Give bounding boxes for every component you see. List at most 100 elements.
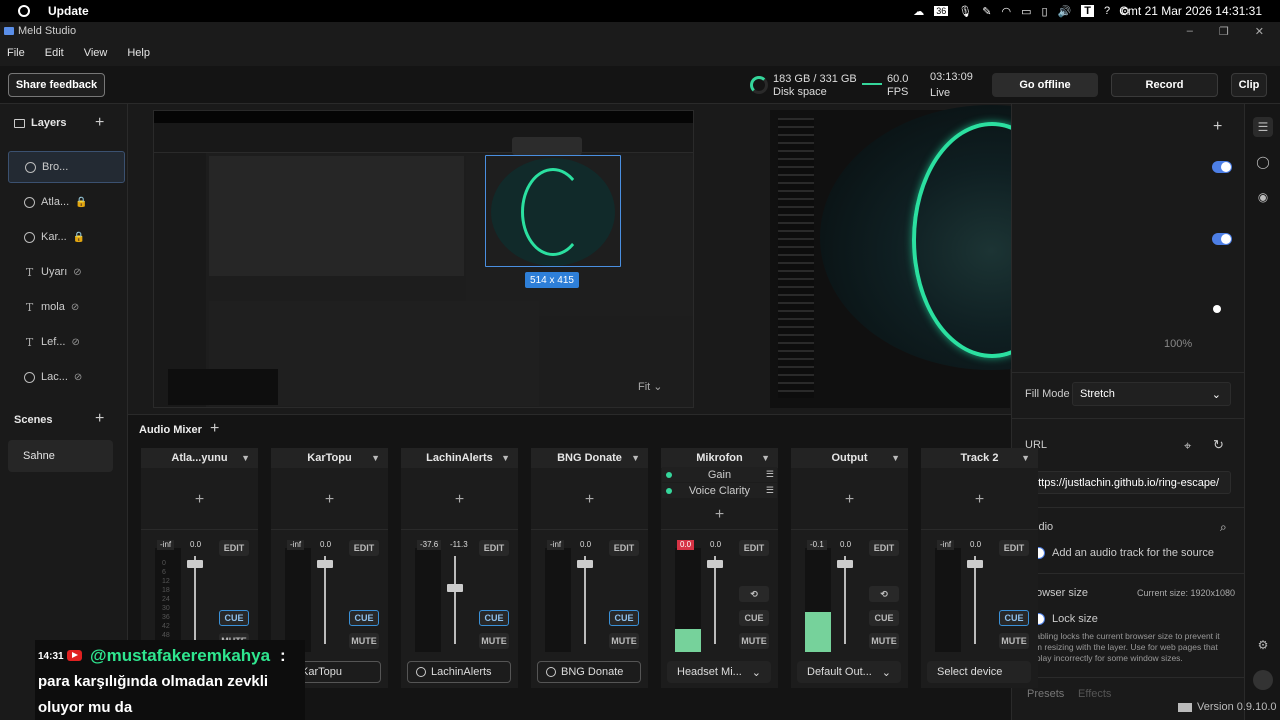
pick-element-icon[interactable]: ⌖ xyxy=(1184,438,1191,454)
device-select[interactable]: Default Out... ⌄ xyxy=(797,661,901,683)
volume-fader-track[interactable] xyxy=(454,556,456,644)
tray-badge[interactable]: 36 xyxy=(934,6,949,16)
menu-edit[interactable]: Edit xyxy=(45,47,64,59)
lock-icon[interactable]: 🔒 xyxy=(73,232,85,243)
mute-button[interactable]: MUTE xyxy=(739,633,769,649)
menu-view[interactable]: View xyxy=(84,47,108,59)
filter-voice-clarity[interactable]: Voice Clarity ☰ xyxy=(662,483,777,498)
cue-button[interactable]: CUE xyxy=(739,610,769,626)
menu-file[interactable]: File xyxy=(7,47,25,59)
add-filter-button[interactable]: + xyxy=(271,470,388,530)
add-filter-button[interactable]: + xyxy=(791,470,908,530)
channel-header[interactable]: Mikrofon ▼ xyxy=(661,448,778,468)
volume-fader-knob[interactable] xyxy=(317,560,333,569)
device-select[interactable]: LachinAlerts xyxy=(407,661,511,683)
volume-fader-knob[interactable] xyxy=(707,560,723,569)
hidden-eye-icon[interactable]: ⊘ xyxy=(74,372,82,383)
tab-presets[interactable]: Presets xyxy=(1027,688,1064,700)
volume-fader-knob[interactable] xyxy=(577,560,593,569)
cloud-icon[interactable]: ☁ xyxy=(913,5,924,18)
mute-button[interactable]: MUTE xyxy=(609,633,639,649)
volume-fader-knob[interactable] xyxy=(447,584,463,593)
device-select[interactable]: Select device xyxy=(927,661,1031,683)
menu-help[interactable]: Help xyxy=(127,47,150,59)
chevron-down-icon[interactable]: ▼ xyxy=(761,453,770,463)
add-property-button[interactable]: + xyxy=(1213,118,1222,136)
mute-button[interactable]: MUTE xyxy=(999,633,1029,649)
pen-icon[interactable]: ✎ xyxy=(982,5,991,18)
add-filter-button[interactable]: + xyxy=(401,470,518,530)
edit-button[interactable]: EDIT xyxy=(349,540,379,556)
layer-item[interactable]: T Lef... ⊘ xyxy=(8,326,125,358)
gear-icon[interactable]: ⚙ xyxy=(1253,635,1273,655)
mute-button[interactable]: MUTE xyxy=(869,633,899,649)
volume-fader-track[interactable] xyxy=(324,556,326,644)
audio-settings-icon[interactable]: ⌕ xyxy=(1220,520,1227,535)
chevron-down-icon[interactable]: ▼ xyxy=(631,453,640,463)
mute-button[interactable]: MUTE xyxy=(479,633,509,649)
add-layer-button[interactable]: + xyxy=(95,114,104,132)
channel-header[interactable]: LachinAlerts ▼ xyxy=(401,448,518,468)
add-filter-button[interactable]: + xyxy=(921,470,1038,530)
volume-fader-track[interactable] xyxy=(974,556,976,644)
chat-icon[interactable]: ◯ xyxy=(1253,152,1273,172)
channel-header[interactable]: Track 2 ▼ xyxy=(921,448,1038,468)
main-preview[interactable] xyxy=(153,110,694,408)
edit-button[interactable]: EDIT xyxy=(999,540,1029,556)
monitor-loop-icon[interactable]: ⟲ xyxy=(739,586,769,602)
volume-fader-track[interactable] xyxy=(584,556,586,644)
edit-button[interactable]: EDIT xyxy=(219,540,249,556)
volume-fader-knob[interactable] xyxy=(967,560,983,569)
opacity-slider-handle[interactable] xyxy=(1213,305,1221,313)
cue-button[interactable]: CUE xyxy=(349,610,379,626)
volume-fader-track[interactable] xyxy=(844,556,846,644)
fit-dropdown[interactable]: Fit ⌄ xyxy=(638,380,678,396)
chevron-down-icon[interactable]: ▼ xyxy=(371,453,380,463)
mute-button[interactable]: MUTE xyxy=(349,633,379,649)
cue-button[interactable]: CUE xyxy=(609,610,639,626)
reload-icon[interactable]: ↻ xyxy=(1213,437,1224,453)
monitor-loop-icon[interactable]: ⟲ xyxy=(869,586,899,602)
lock-icon[interactable]: 🔒 xyxy=(75,197,87,208)
add-filter-button[interactable]: + xyxy=(141,470,258,530)
scene-item[interactable]: Sahne xyxy=(8,440,113,472)
add-filter-button[interactable]: + xyxy=(531,470,648,530)
edit-button[interactable]: EDIT xyxy=(739,540,769,556)
visibility-toggle[interactable] xyxy=(1212,161,1232,173)
layer-item[interactable]: Kar... 🔒 xyxy=(8,221,125,253)
cue-button[interactable]: CUE xyxy=(479,610,509,626)
microphone-icon[interactable]: 🎙 xyxy=(958,5,972,18)
add-filter-button[interactable]: + xyxy=(661,500,778,530)
volume-icon[interactable]: 🔊 xyxy=(1058,5,1072,18)
os-clock[interactable]: Cmt 21 Mar 2026 14:31:31 xyxy=(1119,4,1262,18)
channel-header[interactable]: Atla...yunu ▼ xyxy=(141,448,258,468)
broadcast-icon[interactable]: ◉ xyxy=(1253,187,1273,207)
chevron-down-icon[interactable]: ▼ xyxy=(1021,453,1030,463)
edit-button[interactable]: EDIT xyxy=(869,540,899,556)
device-select[interactable]: Headset Mi... ⌄ xyxy=(667,661,771,683)
maximize-icon[interactable]: ❐ xyxy=(1219,25,1229,38)
hidden-eye-icon[interactable]: ⊘ xyxy=(73,267,81,278)
chevron-down-icon[interactable]: ▼ xyxy=(891,453,900,463)
url-input[interactable]: https://justlachin.github.io/ring-escape… xyxy=(1024,471,1231,494)
layer-item[interactable]: Lac... ⊘ xyxy=(8,361,125,393)
volume-fader-knob[interactable] xyxy=(837,560,853,569)
layer-item[interactable]: T Uyarı ⊘ xyxy=(8,256,125,288)
record-button[interactable]: Record xyxy=(1111,73,1218,97)
channel-header[interactable]: BNG Donate ▼ xyxy=(531,448,648,468)
clip-button[interactable]: Clip xyxy=(1231,73,1267,97)
chevron-down-icon[interactable]: ▼ xyxy=(501,453,510,463)
keyboard-layout-icon[interactable]: T xyxy=(1081,5,1094,17)
help-icon[interactable]: ? xyxy=(1104,5,1110,17)
avatar[interactable] xyxy=(1253,670,1273,690)
lock-toggle[interactable] xyxy=(1212,233,1232,245)
os-activities-icon[interactable] xyxy=(18,5,30,17)
chevron-down-icon[interactable]: ▼ xyxy=(241,453,250,463)
add-audio-track-button[interactable]: + xyxy=(210,420,219,438)
device-select[interactable]: BNG Donate xyxy=(537,661,641,683)
share-feedback-button[interactable]: Share feedback xyxy=(8,73,105,97)
layer-item[interactable]: Atla... 🔒 xyxy=(8,186,125,218)
layer-item[interactable]: Tmola ⊘ xyxy=(8,291,125,323)
close-icon[interactable]: ✕ xyxy=(1255,25,1264,38)
tab-effects[interactable]: Effects xyxy=(1078,688,1111,700)
